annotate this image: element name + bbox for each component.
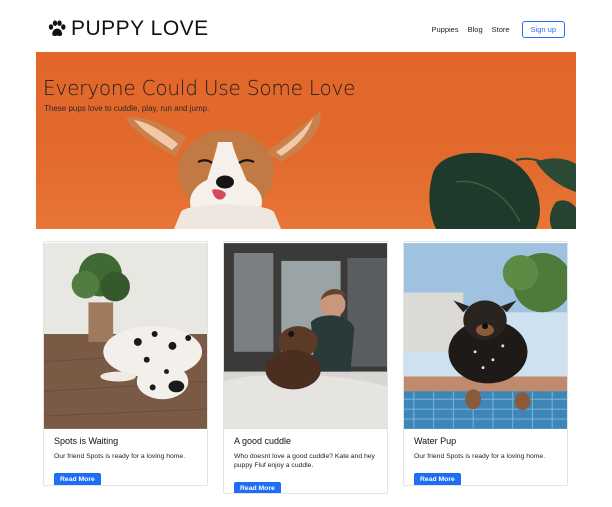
hero-banner: Everyone Could Use Some Love These pups … (36, 52, 576, 229)
hero-title: Everyone Could Use Some Love (43, 76, 356, 100)
card-water-pup: Water Pup Our friend Spots is ready for … (403, 241, 568, 486)
nav-link-puppies[interactable]: Puppies (432, 25, 459, 34)
card-text: Our friend Spots is ready for a loving h… (414, 453, 546, 460)
nav-link-store[interactable]: Store (492, 25, 510, 34)
hero-subtitle: These pups love to cuddle, play, run and… (44, 104, 210, 113)
card-text: Who doesnt love a good cuddle? Kate and … (234, 453, 375, 469)
card-cuddle: A good cuddle Who doesnt love a good cud… (223, 241, 388, 494)
card-title: A good cuddle (234, 436, 292, 446)
main-nav: Puppies Blog Store Sign up (423, 21, 565, 38)
card-title: Water Pup (414, 436, 457, 446)
brand-logo[interactable]: PUPPY LOVE (47, 17, 209, 40)
read-more-button[interactable]: Read More (54, 473, 101, 485)
water-pup-photo (404, 243, 567, 429)
card-text: Our friend Spots is ready for a loving h… (54, 453, 186, 460)
signup-button[interactable]: Sign up (521, 21, 565, 38)
cuddle-photo (224, 243, 387, 429)
brand-name: PUPPY LOVE (71, 17, 209, 40)
dalmatian-photo (44, 243, 207, 429)
card-title: Spots is Waiting (54, 436, 119, 446)
paw-icon (48, 20, 66, 36)
read-more-button[interactable]: Read More (414, 473, 461, 485)
card-spots: Spots is Waiting Our friend Spots is rea… (43, 241, 208, 486)
read-more-button[interactable]: Read More (234, 482, 281, 493)
nav-link-blog[interactable]: Blog (468, 25, 483, 34)
